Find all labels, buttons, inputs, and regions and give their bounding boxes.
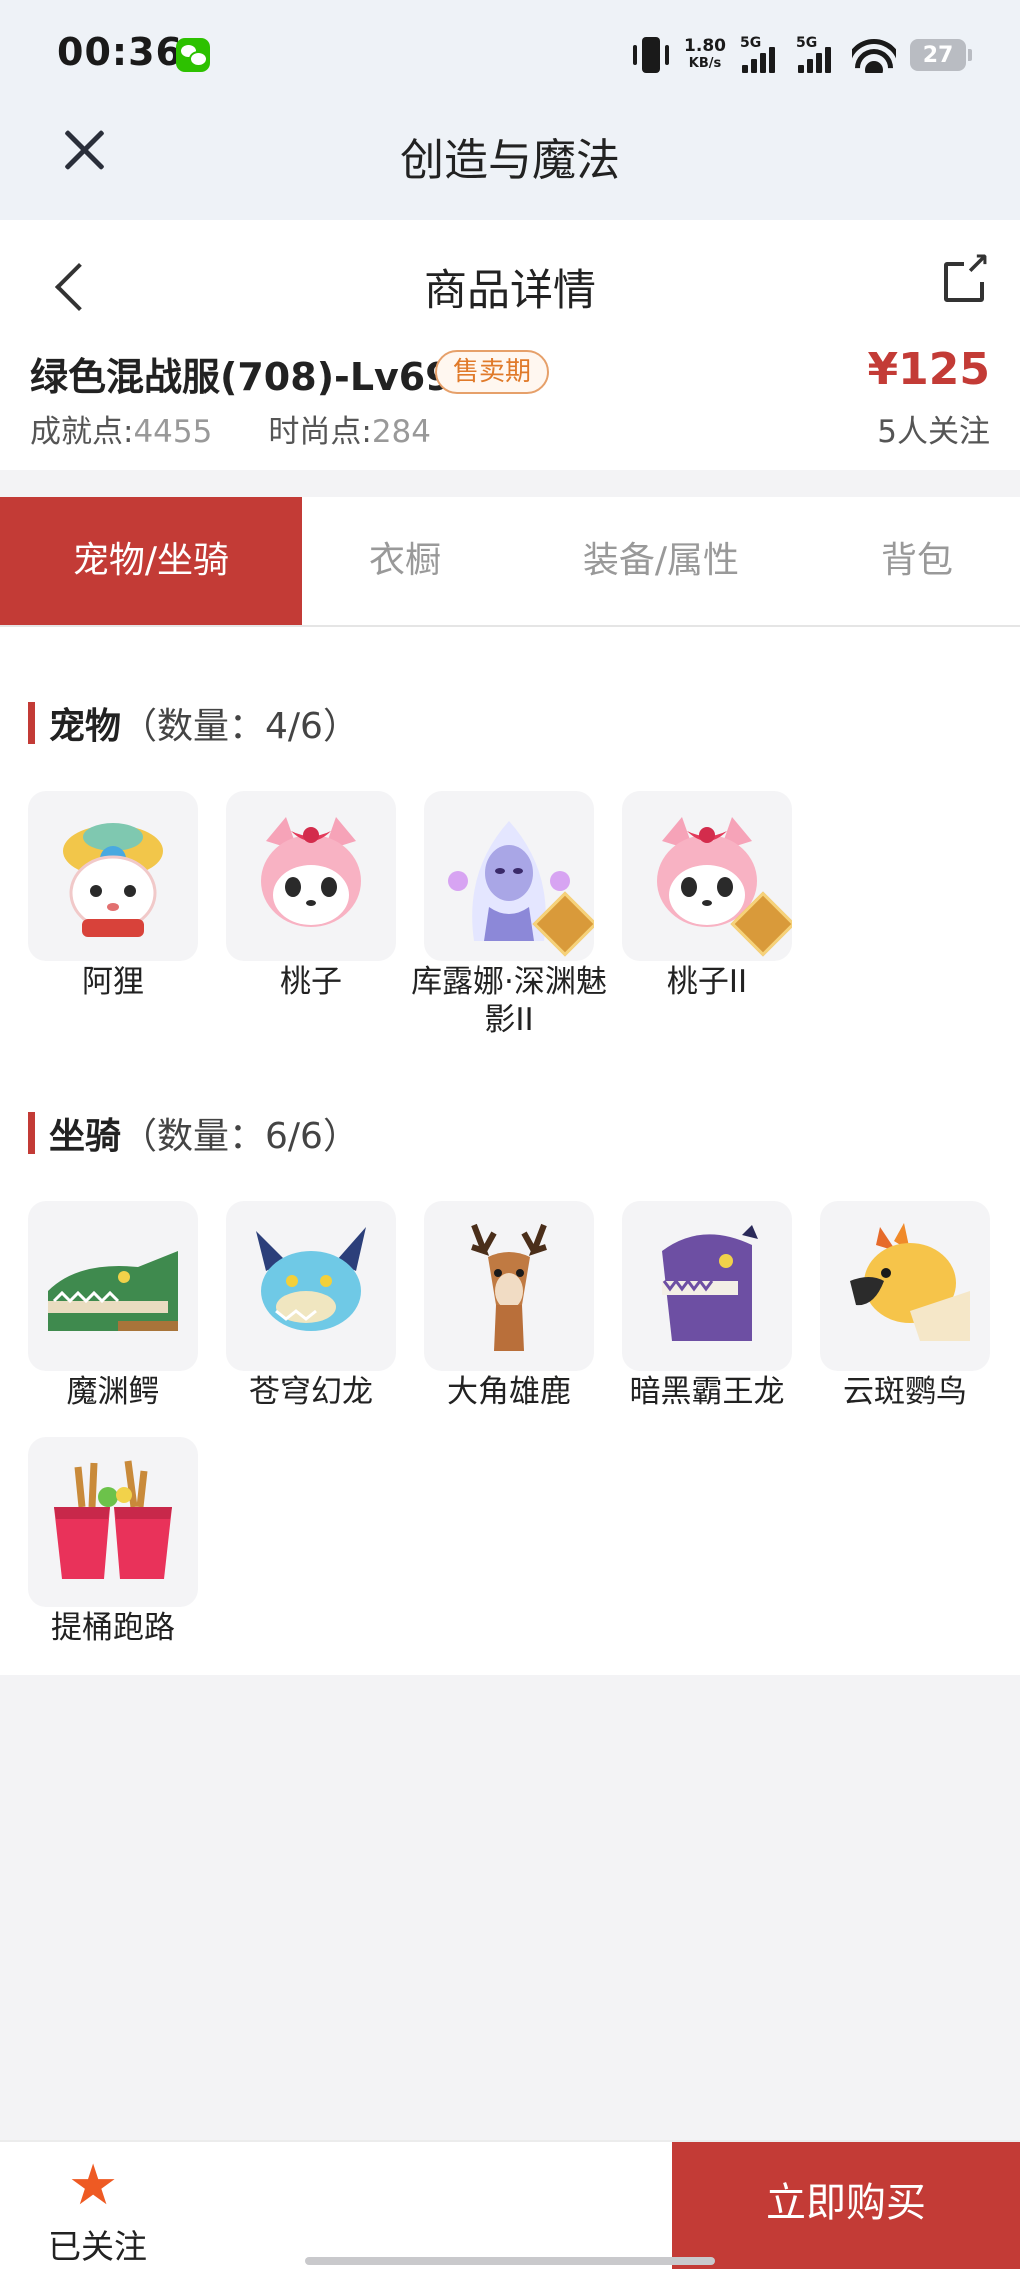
pet-card-kuluna[interactable] bbox=[424, 791, 594, 961]
sale-badge: 售卖期 bbox=[435, 350, 550, 394]
wechat-icon bbox=[176, 38, 210, 72]
bucket-mount-icon bbox=[54, 1460, 172, 1579]
taozi-pet-icon bbox=[261, 817, 361, 927]
tab-backpack[interactable]: 背包 bbox=[814, 497, 1020, 625]
wifi-icon bbox=[852, 37, 896, 73]
mount-label-trex: 暗黑霸王龙 bbox=[629, 1374, 785, 1410]
pets-count: （数量：4/6） bbox=[121, 706, 359, 747]
mounts-section-title: 坐骑 （数量：6/6） bbox=[28, 1107, 359, 1159]
app-title: 创造与魔法 bbox=[400, 135, 620, 186]
app-bar: 创造与魔法 bbox=[0, 110, 1020, 220]
vibrate-icon bbox=[632, 37, 670, 73]
crocodile-mount-icon bbox=[48, 1251, 178, 1331]
network-speed: 1.80 KB/s bbox=[684, 37, 726, 73]
network-speed-unit: KB/s bbox=[688, 56, 722, 71]
star-icon[interactable]: ★ bbox=[68, 2158, 118, 2214]
mount-label-bucket: 提桶跑路 bbox=[51, 1610, 175, 1646]
mount-card-trex[interactable] bbox=[622, 1201, 792, 1371]
mount-card-parrot[interactable] bbox=[820, 1201, 990, 1371]
signal-icon-1: 5G bbox=[740, 35, 782, 75]
status-indicators: 1.80 KB/s 5G 5G 27 bbox=[632, 30, 972, 80]
trex-mount-icon bbox=[662, 1225, 758, 1341]
deer-mount-icon bbox=[471, 1223, 547, 1351]
fashion-points: 时尚点:284 bbox=[268, 414, 431, 450]
tab-pets-mounts[interactable]: 宠物/坐骑 bbox=[0, 497, 302, 625]
tab-wardrobe[interactable]: 衣橱 bbox=[302, 497, 508, 625]
share-icon[interactable] bbox=[944, 250, 990, 302]
pets-mounts-panel: 宠物 （数量：4/6） 阿狸 桃子 库露娜·深渊魅影II 桃子II 坐骑 （数量… bbox=[0, 627, 1020, 1675]
mount-label-crocodile: 魔渊鳄 bbox=[66, 1374, 160, 1410]
pets-title: 宠物 bbox=[49, 706, 122, 747]
battery-icon: 27 bbox=[910, 39, 972, 71]
network-speed-value: 1.80 bbox=[684, 36, 726, 56]
page-title: 商品详情 bbox=[424, 266, 596, 316]
status-time: 00:36 bbox=[57, 30, 183, 74]
product-header: 商品详情 绿色混战服(708)-Lv69 售卖期 成就点:4455 时尚点:28… bbox=[0, 220, 1020, 470]
mounts-title: 坐骑 bbox=[49, 1116, 122, 1157]
status-bar: 00:36 1.80 KB/s 5G 5G 27 bbox=[0, 0, 1020, 110]
bottom-action-bar: ★ 已关注 立即购买 bbox=[0, 2140, 1020, 2269]
pet-card-taozi[interactable] bbox=[226, 791, 396, 961]
mount-card-deer[interactable] bbox=[424, 1201, 594, 1371]
tab-equipment[interactable]: 装备/属性 bbox=[508, 497, 814, 625]
price: ¥125 bbox=[867, 344, 990, 395]
ali-pet-icon bbox=[63, 823, 163, 937]
buy-now-button[interactable]: 立即购买 bbox=[672, 2142, 1020, 2269]
item-name: 绿色混战服(708)-Lv69 bbox=[30, 355, 452, 399]
pet-label-taozi: 桃子 bbox=[280, 964, 342, 1000]
pet-label-taozi2: 桃子II bbox=[666, 964, 748, 1000]
follower-count: 5人关注 bbox=[877, 414, 990, 450]
mount-label-deer: 大角雄鹿 bbox=[447, 1374, 571, 1410]
category-tabs: 宠物/坐骑 衣橱 装备/属性 背包 bbox=[0, 497, 1020, 627]
mount-label-dragon: 苍穹幻龙 bbox=[249, 1374, 373, 1410]
signal-icon-2: 5G bbox=[796, 35, 838, 75]
pets-section-title: 宠物 （数量：4/6） bbox=[28, 697, 359, 749]
mount-card-dragon[interactable] bbox=[226, 1201, 396, 1371]
pet-card-ali[interactable] bbox=[28, 791, 198, 961]
home-indicator[interactable] bbox=[305, 2257, 715, 2265]
follow-label[interactable]: 已关注 bbox=[48, 2220, 147, 2268]
battery-level: 27 bbox=[922, 42, 954, 68]
achievement-points: 成就点:4455 bbox=[30, 414, 213, 450]
parrot-mount-icon bbox=[850, 1223, 970, 1341]
pet-card-taozi2[interactable] bbox=[622, 791, 792, 961]
pet-label-ali: 阿狸 bbox=[82, 964, 144, 1000]
mount-card-bucket[interactable] bbox=[28, 1437, 198, 1607]
dragon-mount-icon bbox=[256, 1227, 366, 1331]
mount-card-crocodile[interactable] bbox=[28, 1201, 198, 1371]
mount-label-parrot: 云斑鹦鸟 bbox=[843, 1374, 967, 1410]
pet-label-kuluna: 库露娜·深渊魅影II bbox=[411, 964, 607, 1038]
item-stats: 成就点:4455 时尚点:284 bbox=[30, 406, 431, 451]
mounts-count: （数量：6/6） bbox=[121, 1116, 359, 1157]
